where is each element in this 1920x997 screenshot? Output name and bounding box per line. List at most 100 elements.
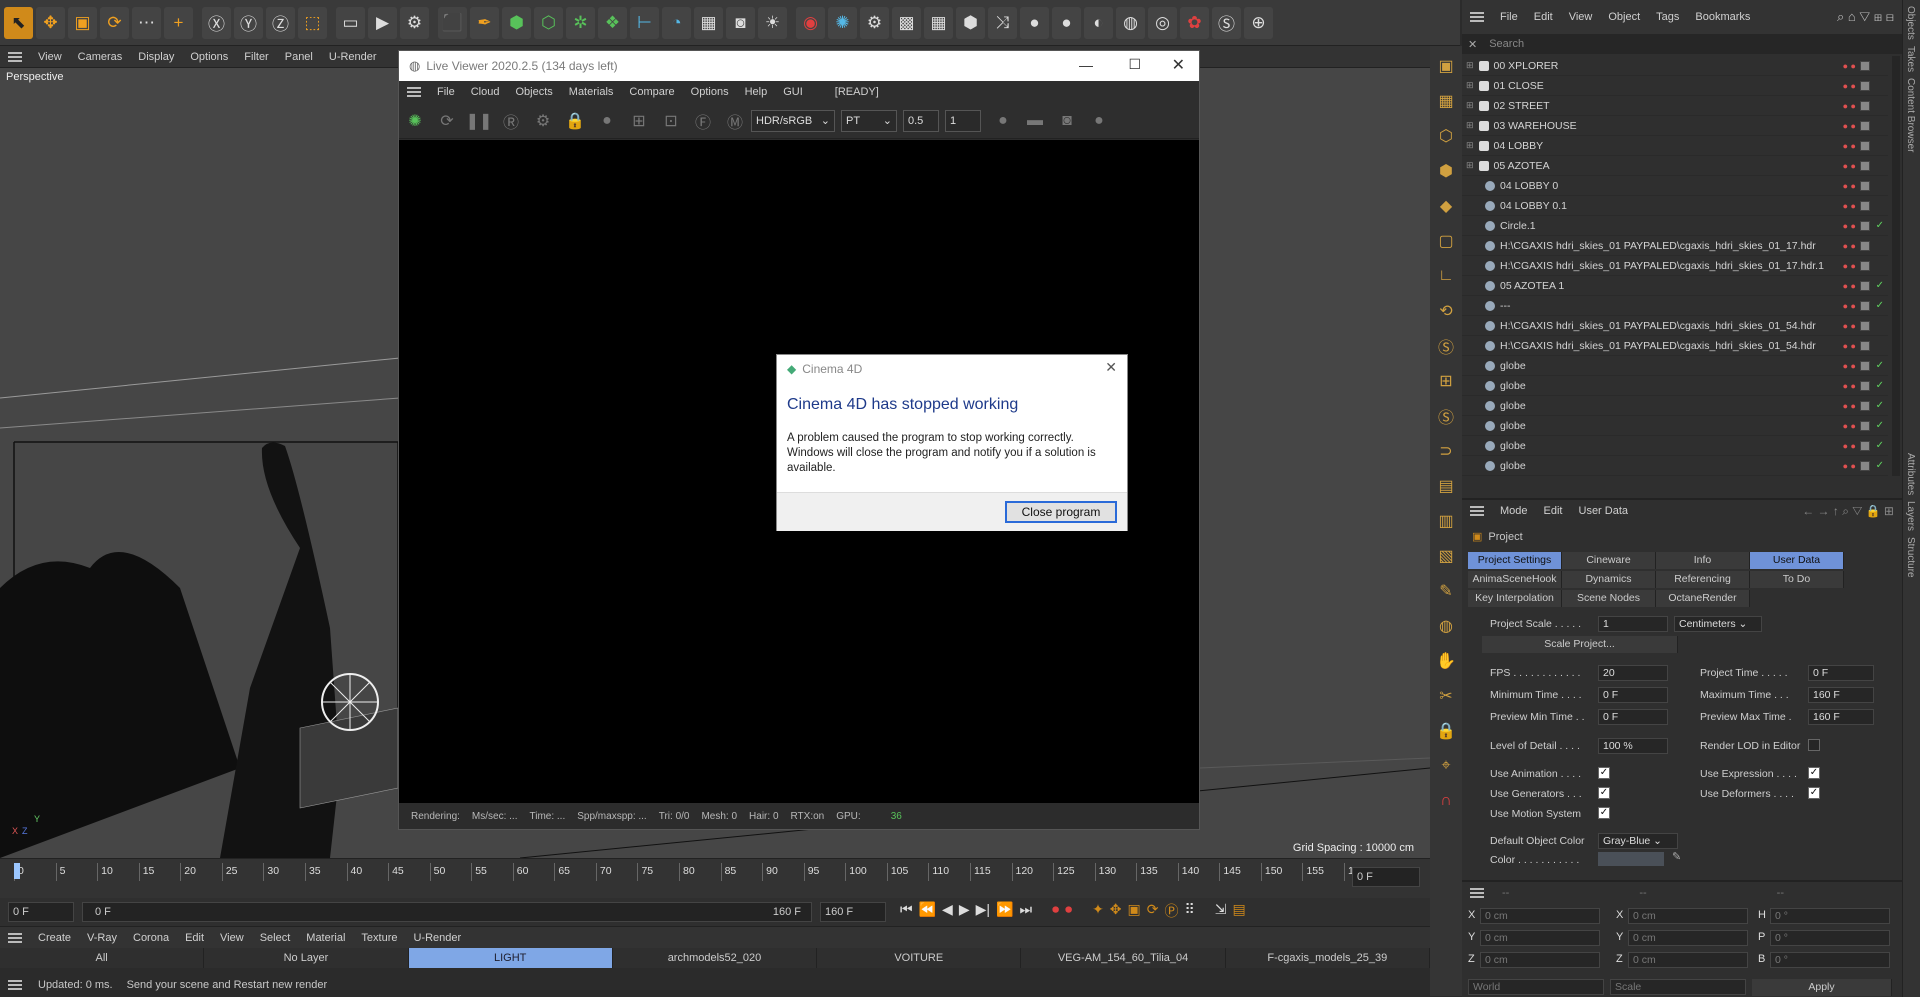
workplane-grid-icon[interactable]: ▥ xyxy=(1432,505,1460,537)
preview-range-slider[interactable]: 0 F 160 F xyxy=(82,902,812,922)
object-name[interactable]: globe xyxy=(1500,420,1526,432)
max-time-input[interactable]: 160 F xyxy=(1808,687,1874,703)
visibility-dots-icon[interactable]: ● ● xyxy=(1843,181,1856,191)
tab-info[interactable]: Info xyxy=(1656,552,1750,569)
object-row[interactable]: ⊞ 05 AZOTEA ● ● xyxy=(1462,156,1888,176)
magnet-tool-icon[interactable]: ⊃ xyxy=(1432,435,1460,467)
object-name[interactable]: 04 LOBBY xyxy=(1494,140,1544,152)
recent-icon[interactable]: ⋯ xyxy=(132,6,161,39)
layer-tab-cgaxis[interactable]: F-cgaxis_models_25_39 xyxy=(1226,948,1430,968)
tab-dynamics[interactable]: Dynamics xyxy=(1562,571,1656,588)
coordinate-field[interactable]: 0 cm xyxy=(1480,908,1600,924)
end-frame-field[interactable]: 160 F xyxy=(820,902,886,922)
sphere-material-2-icon[interactable]: ● xyxy=(1052,6,1081,39)
layer-tab-voiture[interactable]: VOITURE xyxy=(817,948,1022,968)
lv-menu-options[interactable]: Options xyxy=(683,86,737,98)
visibility-dots-icon[interactable]: ● ● xyxy=(1843,381,1856,391)
coordinate-menu-icon[interactable] xyxy=(1470,888,1484,898)
camera-icon[interactable]: ◙ xyxy=(1054,108,1080,134)
use-deformers-checkbox[interactable]: ✓ xyxy=(1808,787,1820,799)
tag-icon[interactable] xyxy=(1860,80,1870,91)
keyframe-selection-icon[interactable]: ✦ xyxy=(1092,901,1104,921)
kernel-select[interactable]: PT ⌄ xyxy=(841,109,897,132)
material-menu-urender[interactable]: U-Render xyxy=(405,932,469,944)
om-menu-view[interactable]: View xyxy=(1561,11,1601,23)
pen-icon[interactable]: ✒ xyxy=(470,6,499,39)
use-generators-checkbox[interactable]: ✓ xyxy=(1598,787,1610,799)
plus-icon[interactable]: ⊕ xyxy=(1244,6,1273,39)
expand-icon[interactable]: ⊞ xyxy=(1466,80,1474,91)
visibility-dots-icon[interactable]: ● ● xyxy=(1843,201,1856,211)
previous-key-icon[interactable]: ⏪ xyxy=(919,901,936,921)
tab-cineware[interactable]: Cineware xyxy=(1562,552,1656,569)
expand-icon[interactable]: ⊞ xyxy=(1466,100,1474,111)
preview-min-input[interactable]: 0 F xyxy=(1598,709,1668,725)
visibility-dots-icon[interactable]: ● ● xyxy=(1843,441,1856,451)
om-menu-object[interactable]: Object xyxy=(1600,11,1648,23)
viewport-menu-cameras[interactable]: Cameras xyxy=(70,51,131,63)
coordinate-field[interactable]: 0 ° xyxy=(1770,908,1890,924)
object-name[interactable]: 01 CLOSE xyxy=(1494,80,1544,92)
object-name[interactable]: globe xyxy=(1500,400,1526,412)
min-time-input[interactable]: 0 F xyxy=(1598,687,1668,703)
layer-tab-no-layer[interactable]: No Layer xyxy=(204,948,409,968)
y-axis-icon[interactable]: Ⓨ xyxy=(234,6,263,39)
apply-button[interactable]: Apply xyxy=(1752,979,1892,996)
object-row[interactable]: globe ● ● ✓ xyxy=(1462,456,1888,476)
shuffle-icon[interactable]: ⤨ xyxy=(988,6,1017,39)
scale-project-button[interactable]: Scale Project... xyxy=(1482,636,1678,653)
object-row[interactable]: H:\CGAXIS hdri_skies_01 PAYPALED\cgaxis_… xyxy=(1462,316,1888,336)
sphere-material-icon[interactable]: ● xyxy=(1020,6,1049,39)
expand-icon[interactable]: ⊞ xyxy=(1466,120,1474,131)
object-name[interactable]: H:\CGAXIS hdri_skies_01 PAYPALED\cgaxis_… xyxy=(1500,320,1816,332)
octane-start-icon[interactable]: ✺ xyxy=(402,108,428,134)
object-row[interactable]: globe ● ● ✓ xyxy=(1462,396,1888,416)
expand-icon[interactable]: ⊞ xyxy=(1466,60,1474,71)
field-icon[interactable]: ◔ xyxy=(662,6,691,39)
add-region-icon[interactable]: ⊞ xyxy=(626,108,652,134)
object-row[interactable]: globe ● ● ✓ xyxy=(1462,436,1888,456)
help-icon[interactable]: ✿ xyxy=(1180,6,1209,39)
tab-user-data[interactable]: User Data xyxy=(1750,552,1844,569)
object-name[interactable]: 00 XPLORER xyxy=(1494,60,1559,72)
side-tab-attributes[interactable]: Attributes xyxy=(1905,453,1916,495)
visibility-dots-icon[interactable]: ● ● xyxy=(1843,61,1856,71)
tag-icon[interactable] xyxy=(1860,220,1870,231)
coordinate-system-icon[interactable]: ⬚ xyxy=(298,6,327,39)
cube-icon[interactable]: ⬛ xyxy=(438,6,467,39)
add-icon[interactable]: + xyxy=(164,6,193,39)
project-time-input[interactable]: 0 F xyxy=(1808,665,1874,681)
visibility-dots-icon[interactable]: ● ● xyxy=(1843,261,1856,271)
close-icon[interactable]: ✕ xyxy=(1172,55,1185,75)
tab-animascenehook[interactable]: AnimaSceneHook xyxy=(1468,571,1562,588)
eyedropper-icon[interactable]: ✎ xyxy=(1672,850,1681,863)
record-icon[interactable]: ⏺ xyxy=(1052,901,1059,921)
tag-icon[interactable] xyxy=(1860,400,1870,411)
visibility-dots-icon[interactable]: ● ● xyxy=(1843,281,1856,291)
rotation-key-icon[interactable]: ⟳ xyxy=(1147,901,1159,921)
om-menu-file[interactable]: File xyxy=(1492,11,1526,23)
use-expression-checkbox[interactable]: ✓ xyxy=(1808,767,1820,779)
expand-icon[interactable]: ⊞ xyxy=(1466,160,1474,171)
material-menu-corona[interactable]: Corona xyxy=(125,932,177,944)
enabled-check-icon[interactable]: ✓ xyxy=(1876,360,1884,371)
visibility-dots-icon[interactable]: ● ● xyxy=(1843,361,1856,371)
coordinate-field[interactable]: 0 cm xyxy=(1628,908,1748,924)
lv-menu-file[interactable]: File xyxy=(429,86,463,98)
value1-stepper[interactable]: 0.5 xyxy=(903,109,939,132)
knife-tool-icon[interactable]: ✂ xyxy=(1432,680,1460,712)
viewport-menu-display[interactable]: Display xyxy=(130,51,182,63)
sketch-tool-icon[interactable]: ✎ xyxy=(1432,575,1460,607)
am-menu-userdata[interactable]: User Data xyxy=(1571,505,1637,517)
render-sphere-icon[interactable]: ● xyxy=(1086,108,1112,134)
viewport-menu-urender[interactable]: U-Render xyxy=(321,51,385,63)
object-name[interactable]: globe xyxy=(1500,360,1526,372)
live-viewer-menu-icon[interactable] xyxy=(407,87,421,97)
cloner-icon[interactable]: ✲ xyxy=(566,6,595,39)
layer-tab-all[interactable]: All xyxy=(0,948,205,968)
tag-icon[interactable] xyxy=(1860,420,1870,431)
playhead[interactable] xyxy=(14,863,20,879)
checker-icon[interactable]: ▩ xyxy=(892,6,921,39)
lv-menu-help[interactable]: Help xyxy=(737,86,776,98)
minimize-icon[interactable]: — xyxy=(1079,57,1093,73)
